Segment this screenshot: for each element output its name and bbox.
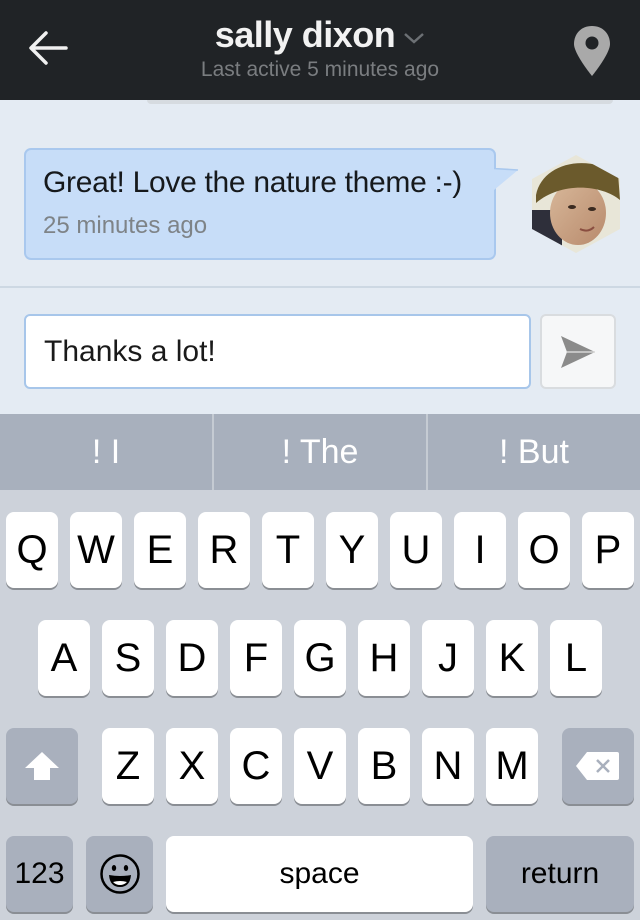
key-z[interactable]: Z bbox=[102, 728, 154, 804]
key-e[interactable]: E bbox=[134, 512, 186, 588]
key-y[interactable]: Y bbox=[326, 512, 378, 588]
keyboard: Q W E R T Y U I O P A S D F G H J K L Z … bbox=[0, 490, 640, 920]
top-bar: sally dixon Last active 5 minutes ago bbox=[0, 0, 640, 100]
key-a[interactable]: A bbox=[38, 620, 90, 696]
emoji-key[interactable] bbox=[86, 836, 153, 912]
contact-name: sally dixon bbox=[214, 14, 396, 55]
key-l[interactable]: L bbox=[550, 620, 602, 696]
key-o[interactable]: O bbox=[518, 512, 570, 588]
location-button[interactable] bbox=[572, 24, 612, 78]
key-q[interactable]: Q bbox=[6, 512, 58, 588]
message-text: Great! Love the nature theme :-) bbox=[43, 166, 462, 199]
key-d[interactable]: D bbox=[166, 620, 218, 696]
avatar[interactable] bbox=[532, 155, 620, 253]
key-v[interactable]: V bbox=[294, 728, 346, 804]
key-s[interactable]: S bbox=[102, 620, 154, 696]
shift-key[interactable] bbox=[6, 728, 78, 804]
key-x[interactable]: X bbox=[166, 728, 218, 804]
map-pin-icon bbox=[574, 26, 610, 76]
key-g[interactable]: G bbox=[294, 620, 346, 696]
key-r[interactable]: R bbox=[198, 512, 250, 588]
predictive-text-bar: ! I ! The ! But bbox=[0, 414, 640, 490]
space-key[interactable]: space bbox=[166, 836, 473, 912]
send-button[interactable] bbox=[540, 314, 616, 389]
key-c[interactable]: C bbox=[230, 728, 282, 804]
chevron-down-icon bbox=[404, 33, 425, 44]
message-timestamp: 25 minutes ago bbox=[43, 212, 208, 239]
suggestion-2[interactable]: ! The bbox=[214, 414, 428, 490]
message-input[interactable] bbox=[24, 314, 531, 389]
key-f[interactable]: F bbox=[230, 620, 282, 696]
key-i[interactable]: I bbox=[454, 512, 506, 588]
paper-plane-icon bbox=[561, 335, 595, 368]
previous-message-edge bbox=[147, 100, 613, 104]
contact-header: sally dixon Last active 5 minutes ago bbox=[0, 14, 640, 82]
key-k[interactable]: K bbox=[486, 620, 538, 696]
key-b[interactable]: B bbox=[358, 728, 410, 804]
suggestion-1[interactable]: ! I bbox=[0, 414, 214, 490]
divider bbox=[0, 286, 640, 288]
suggestion-3[interactable]: ! But bbox=[428, 414, 640, 490]
delete-key[interactable] bbox=[562, 728, 634, 804]
message-bubble: Great! Love the nature theme :-) 25 minu… bbox=[24, 148, 496, 260]
key-n[interactable]: N bbox=[422, 728, 474, 804]
key-j[interactable]: J bbox=[422, 620, 474, 696]
backspace-icon bbox=[576, 752, 619, 780]
key-t[interactable]: T bbox=[262, 512, 314, 588]
key-h[interactable]: H bbox=[358, 620, 410, 696]
shift-arrow-icon bbox=[25, 752, 59, 780]
return-key[interactable]: return bbox=[486, 836, 634, 912]
last-active-status: Last active 5 minutes ago bbox=[200, 58, 440, 81]
key-w[interactable]: W bbox=[70, 512, 122, 588]
numbers-key[interactable]: 123 bbox=[6, 836, 73, 912]
key-p[interactable]: P bbox=[582, 512, 634, 588]
contact-name-dropdown[interactable]: sally dixon bbox=[215, 14, 426, 56]
emoji-smiley-icon bbox=[99, 854, 140, 894]
bubble-tail bbox=[494, 168, 519, 190]
key-m[interactable]: M bbox=[486, 728, 538, 804]
key-u[interactable]: U bbox=[390, 512, 442, 588]
